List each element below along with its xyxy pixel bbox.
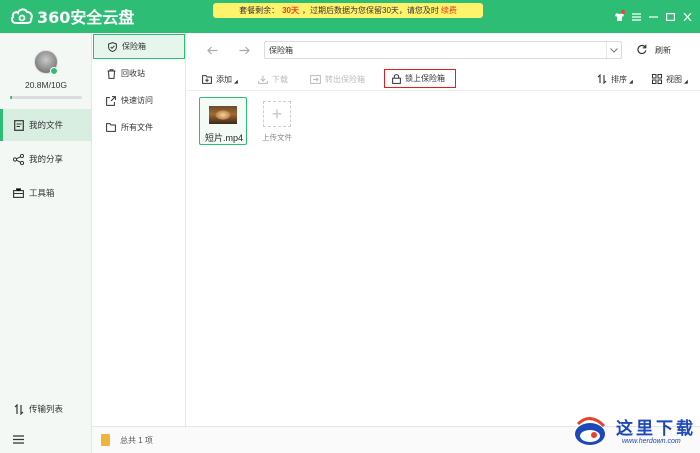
subnav-item-recycle-bin[interactable]: 回收站: [93, 61, 185, 86]
notification-dot: [621, 10, 625, 14]
subnav-item-label: 所有文件: [121, 123, 153, 132]
notice-suffix: ，过期后数据为您保留30天，请您及时: [302, 6, 439, 15]
sort-icon: [597, 74, 607, 84]
sub-navigation: 保险箱 回收站 快速访问 所有文件: [92, 33, 186, 426]
dropdown-caret-icon: ◢: [684, 79, 688, 85]
view-button[interactable]: 视图 ◢: [652, 72, 688, 86]
transfer-label: 传输列表: [29, 404, 64, 414]
file-item[interactable]: 短片.mp4: [199, 97, 247, 145]
transfer-icon: [13, 403, 24, 415]
subnav-item-quick-access[interactable]: 快速访问: [93, 88, 185, 113]
title-bar: 360安全云盘 套餐剩余： 30天 ，过期后数据为您保留30天，请您及时 续费: [0, 0, 700, 33]
folder-status-icon: [101, 434, 110, 446]
view-label: 视图: [666, 74, 682, 84]
close-icon[interactable]: [679, 9, 696, 25]
sidebar-item-label: 工具箱: [29, 188, 55, 198]
download-icon: [258, 75, 268, 84]
sidebar-item-label: 我的分享: [29, 154, 64, 164]
window-controls: [611, 9, 696, 25]
skin-icon[interactable]: [611, 9, 628, 25]
sidebar-item-toolbox[interactable]: 工具箱: [0, 177, 92, 209]
lock-label: 锁上保险箱: [405, 74, 445, 83]
quota-fill: [10, 96, 13, 99]
sort-button[interactable]: 排序 ◢: [597, 72, 633, 86]
lock-icon: [392, 73, 401, 84]
grid-view-icon: [652, 74, 662, 84]
subscription-notice: 套餐剩余： 30天 ，过期后数据为您保留30天，请您及时 续费: [213, 3, 483, 18]
file-icon: [13, 119, 24, 131]
logo-text: 360安全云盘: [37, 8, 135, 27]
video-thumbnail: [209, 106, 237, 124]
add-folder-icon: [202, 74, 212, 84]
watermark-title: 这里下载: [616, 419, 696, 439]
notice-days: 30天: [282, 6, 299, 15]
shield-icon: [107, 41, 117, 52]
upload-file-button[interactable]: + 上传文件: [259, 97, 295, 145]
move-out-button[interactable]: 转出保险箱: [310, 72, 365, 86]
cloud-logo-icon: [11, 8, 33, 24]
menu-icon[interactable]: [628, 9, 645, 25]
dropdown-caret-icon: ◢: [629, 79, 633, 85]
watermark-logo-icon: [575, 417, 606, 445]
file-name: 短片.mp4: [204, 133, 243, 143]
refresh-label: 刷新: [655, 45, 671, 55]
subnav-item-all-files[interactable]: 所有文件: [93, 115, 185, 140]
watermark-url: www.herdown.com: [622, 438, 681, 445]
subnav-item-label: 回收站: [121, 69, 145, 78]
maximize-icon[interactable]: [662, 9, 679, 25]
hamburger-icon: [13, 434, 24, 445]
main-menu-button[interactable]: [0, 423, 92, 453]
sidebar: 20.8M/10G 我的文件 我的分享 工具箱 传输列表: [0, 33, 92, 453]
subnav-item-label: 快速访问: [121, 96, 153, 105]
vip-badge-icon: [50, 67, 58, 75]
chevron-down-icon[interactable]: [606, 42, 621, 58]
minimize-icon[interactable]: [645, 9, 662, 25]
path-bar[interactable]: 保险箱: [264, 41, 622, 59]
app-logo: 360安全云盘: [10, 5, 134, 27]
sidebar-item-my-files[interactable]: 我的文件: [0, 109, 92, 141]
plus-icon: +: [263, 101, 291, 127]
download-label: 下载: [272, 74, 288, 84]
item-count: 总共 1 项: [120, 436, 153, 445]
sort-label: 排序: [611, 74, 627, 84]
add-label: 添加: [216, 74, 232, 84]
subnav-item-safe-box[interactable]: 保险箱: [93, 34, 185, 59]
lock-safe-box-button[interactable]: 锁上保险箱: [384, 69, 456, 88]
upload-label: 上传文件: [262, 133, 292, 142]
current-path: 保险箱: [269, 45, 293, 55]
dropdown-caret-icon: ◢: [234, 79, 238, 85]
download-button[interactable]: 下载: [258, 72, 288, 86]
move-out-icon: [310, 74, 321, 84]
subnav-item-label: 保险箱: [122, 42, 146, 51]
share-icon: [13, 153, 24, 165]
watermark: 这里下载 www.herdown.com: [570, 412, 696, 450]
refresh-button[interactable]: 刷新: [637, 41, 671, 59]
move-out-label: 转出保险箱: [325, 74, 365, 84]
sidebar-item-label: 我的文件: [29, 120, 64, 130]
refresh-icon: [637, 44, 647, 57]
notice-prefix: 套餐剩余：: [239, 6, 280, 15]
add-button[interactable]: 添加 ◢: [202, 72, 238, 86]
folder-icon: [106, 123, 116, 133]
quota-bar: [10, 96, 82, 99]
back-arrow-icon[interactable]: [205, 43, 219, 57]
sidebar-item-my-shares[interactable]: 我的分享: [0, 143, 92, 175]
renew-link[interactable]: 续费: [441, 5, 457, 16]
transfer-list-button[interactable]: 传输列表: [0, 393, 92, 425]
quick-access-icon: [106, 95, 116, 106]
main-panel: 保险箱 刷新 添加 ◢ 下载 转出保险箱 排序 ◢ 视图 ◢ 锁上保险箱 短片.…: [187, 33, 700, 426]
toolbox-icon: [13, 188, 24, 199]
forward-arrow-icon[interactable]: [237, 43, 251, 57]
trash-icon: [106, 68, 116, 79]
quota-text: 20.8M/10G: [24, 80, 68, 90]
